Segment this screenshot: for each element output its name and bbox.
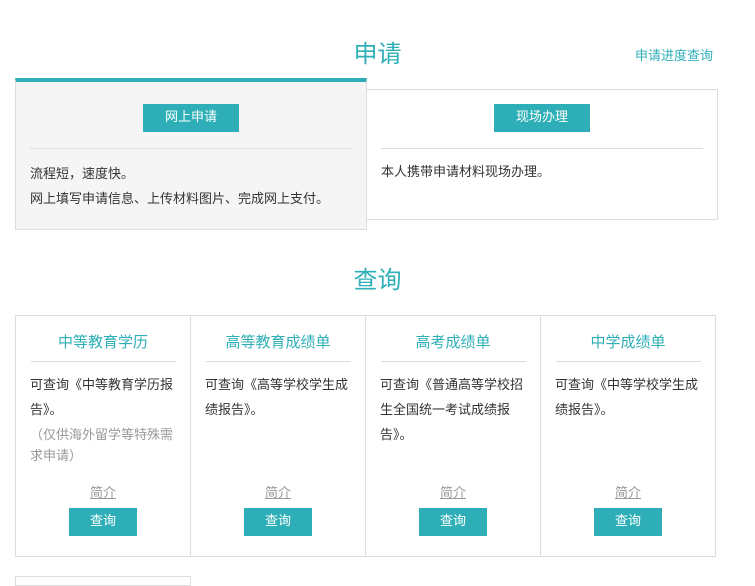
- intro-link[interactable]: 简介: [541, 482, 715, 501]
- onsite-apply-card: 现场办理 本人携带申请材料现场办理。: [366, 89, 718, 220]
- next-card-partial: [15, 576, 191, 586]
- intro-link[interactable]: 简介: [191, 482, 365, 501]
- application-progress-link[interactable]: 申请进度查询: [635, 45, 713, 64]
- desc-line: 网上填写申请信息、上传材料图片、完成网上支付。: [30, 192, 330, 207]
- divider: [206, 361, 351, 362]
- query-button[interactable]: 查询: [419, 508, 487, 536]
- query-cards: 中等教育学历 可查询《中等教育学历报告》。 （仅供海外留学等特殊需求申请） 简介 …: [15, 315, 716, 557]
- online-apply-description: 流程短，速度快。 网上填写申请信息、上传材料图片、完成网上支付。: [30, 162, 329, 212]
- online-apply-button[interactable]: 网上申请: [143, 104, 239, 132]
- divider: [381, 148, 703, 149]
- card-title: 中等教育学历: [57, 333, 148, 351]
- intro-link[interactable]: 简介: [366, 482, 540, 501]
- divider: [31, 361, 176, 362]
- card-title: 高等教育成绩单: [225, 333, 331, 351]
- query-card-gaokao-scores: 高考成绩单 可查询《普通高等学校招生全国统一考试成绩报告》。 简介 查询: [366, 316, 541, 556]
- card-description: 可查询《普通高等学校招生全国统一考试成绩报告》。: [380, 378, 524, 443]
- desc-line: 流程短，速度快。: [30, 167, 135, 182]
- query-card-secondary-education: 中等教育学历 可查询《中等教育学历报告》。 （仅供海外留学等特殊需求申请） 简介 …: [16, 316, 191, 556]
- query-button[interactable]: 查询: [69, 508, 137, 536]
- online-apply-card: 网上申请 流程短，速度快。 网上填写申请信息、上传材料图片、完成网上支付。: [15, 78, 367, 230]
- card-description: 可查询《中等学校学生成绩报告》。: [555, 378, 699, 418]
- query-button[interactable]: 查询: [594, 508, 662, 536]
- query-card-higher-education-transcript: 高等教育成绩单 可查询《高等学校学生成绩报告》。 简介 查询: [191, 316, 366, 556]
- card-title: 高考成绩单: [415, 333, 491, 351]
- card-note: （仅供海外留学等特殊需求申请）: [30, 428, 174, 464]
- query-button[interactable]: 查询: [244, 508, 312, 536]
- query-card-high-school-transcript: 中学成绩单 可查询《中等学校学生成绩报告》。 简介 查询: [541, 316, 715, 556]
- divider: [381, 361, 526, 362]
- card-title: 中学成绩单: [590, 333, 666, 351]
- divider: [556, 361, 701, 362]
- onsite-apply-button[interactable]: 现场办理: [494, 104, 590, 132]
- card-description: 可查询《中等教育学历报告》。: [30, 378, 174, 418]
- desc-line: 本人携带申请材料现场办理。: [381, 165, 551, 180]
- intro-link[interactable]: 简介: [16, 482, 190, 501]
- divider: [30, 148, 352, 149]
- query-section-title: 查询: [353, 266, 402, 294]
- onsite-apply-description: 本人携带申请材料现场办理。: [381, 160, 550, 185]
- card-description: 可查询《高等学校学生成绩报告》。: [205, 378, 349, 418]
